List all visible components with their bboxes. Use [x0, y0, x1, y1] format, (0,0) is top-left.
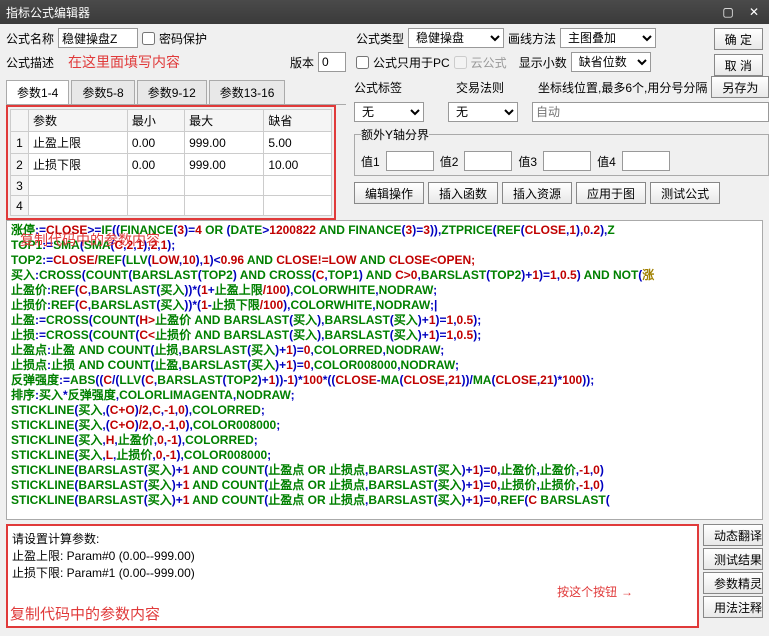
table-row: 3: [11, 176, 332, 196]
coord-label: 坐标线位置,最多6个,用分号分隔: [538, 79, 707, 96]
param-tabs: 参数1-4参数5-8参数9-12参数13-16: [6, 80, 346, 105]
v1-label: 值1: [361, 153, 380, 170]
type-select[interactable]: 稳健操盘: [408, 28, 504, 48]
cloud-label: 云公式: [471, 54, 507, 71]
v3-input[interactable]: [543, 151, 591, 171]
table-row: 1止盈上限0.00999.005.00: [11, 132, 332, 154]
code-editor[interactable]: 涨停:=CLOSE>=IF((FINANCE(3)=4 OR (DATE>120…: [6, 220, 763, 520]
toolbar-btn-4[interactable]: 测试公式: [650, 182, 720, 204]
side-btn-0[interactable]: 动态翻译: [703, 524, 763, 546]
v2-label: 值2: [440, 153, 459, 170]
type-label: 公式类型: [356, 30, 404, 47]
saveas-button[interactable]: 另存为: [711, 76, 769, 98]
side-btn-3[interactable]: 用法注释: [703, 596, 763, 618]
button-annotation: 按这个按钮 →: [557, 583, 633, 600]
table-row: 4: [11, 196, 332, 216]
tag-select[interactable]: 无: [354, 102, 424, 122]
version-label: 版本: [290, 54, 314, 71]
param-tab-3[interactable]: 参数13-16: [209, 80, 286, 104]
param-tab-0[interactable]: 参数1-4: [6, 80, 69, 104]
formula-name-label: 公式名称: [6, 30, 54, 47]
side-btn-2[interactable]: 参数精灵: [703, 572, 763, 594]
cloud-checkbox: [454, 56, 467, 69]
dec-label: 显示小数: [519, 54, 567, 71]
minimize-icon[interactable]: ▢: [719, 4, 737, 20]
v3-label: 值3: [518, 153, 537, 170]
desc-label: 公式描述: [6, 54, 54, 71]
msg-line1: 请设置计算参数:: [12, 530, 693, 547]
ok-button[interactable]: 确 定: [714, 28, 763, 50]
version-input[interactable]: [318, 52, 346, 72]
param-table: 参数最小最大缺省 1止盈上限0.00999.005.002止损下限0.00999…: [10, 109, 332, 216]
side-btn-1[interactable]: 测试结果: [703, 548, 763, 570]
param-tab-1[interactable]: 参数5-8: [71, 80, 134, 104]
extray-label: 额外Y轴分界: [361, 126, 429, 143]
message-box: 请设置计算参数: 止盈上限: Param#0 (0.00--999.00) 止损…: [6, 524, 699, 628]
draw-label: 画线方法: [508, 30, 556, 47]
toolbar-btn-1[interactable]: 插入函数: [428, 182, 498, 204]
param-col-header: 最大: [185, 110, 264, 132]
param-col-header: 参数: [29, 110, 128, 132]
window-title: 指标公式编辑器: [6, 4, 90, 21]
pwd-checkbox[interactable]: [142, 32, 155, 45]
toolbar-btn-2[interactable]: 插入资源: [502, 182, 572, 204]
pc-only-checkbox[interactable]: [356, 56, 369, 69]
param-col-header: 缺省: [264, 110, 332, 132]
msg-line3: 止损下限: Param#1 (0.00--999.00): [12, 564, 693, 581]
v2-input[interactable]: [464, 151, 512, 171]
coord-input[interactable]: [532, 102, 769, 122]
v4-label: 值4: [597, 153, 616, 170]
table-row: 2止损下限0.00999.0010.00: [11, 154, 332, 176]
law-label: 交易法则: [456, 79, 504, 96]
dec-select[interactable]: 缺省位数: [571, 52, 651, 72]
param-tab-2[interactable]: 参数9-12: [137, 80, 207, 104]
pwd-label: 密码保护: [159, 30, 207, 47]
cancel-button[interactable]: 取 消: [714, 54, 763, 76]
draw-select[interactable]: 主图叠加: [560, 28, 656, 48]
v1-input[interactable]: [386, 151, 434, 171]
law-select[interactable]: 无: [448, 102, 518, 122]
msg-annotation: 复制代码中的参数内容: [10, 603, 160, 624]
v4-input[interactable]: [622, 151, 670, 171]
tag-label: 公式标签: [354, 79, 402, 96]
toolbar-btn-3[interactable]: 应用于图: [576, 182, 646, 204]
pc-only-label: 公式只用于PC: [373, 54, 450, 71]
formula-name-input[interactable]: [58, 28, 138, 48]
close-icon[interactable]: ✕: [745, 4, 763, 20]
param-col-header: 最小: [127, 110, 184, 132]
toolbar-btn-0[interactable]: 编辑操作: [354, 182, 424, 204]
titlebar: 指标公式编辑器 ▢ ✕: [0, 0, 769, 24]
desc-hint-annotation: 在这里面填写内容: [68, 52, 180, 72]
msg-line2: 止盈上限: Param#0 (0.00--999.00): [12, 547, 693, 564]
